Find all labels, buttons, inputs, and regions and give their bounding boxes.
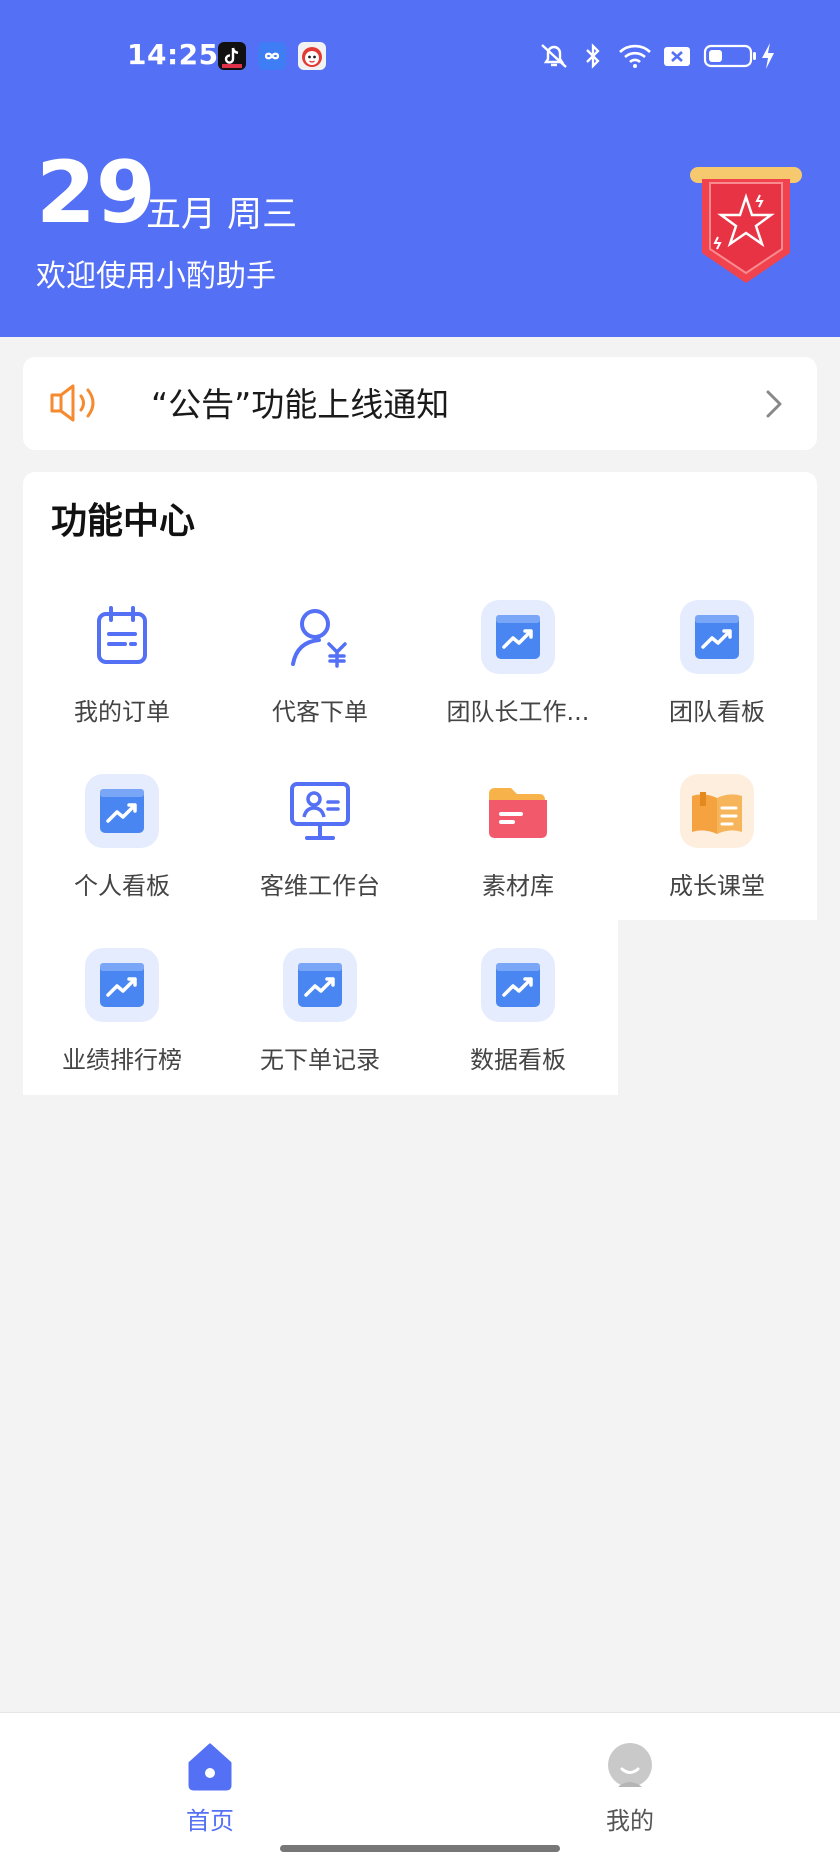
feature-personal-board[interactable]: 个人看板: [23, 774, 221, 914]
calendar-order-icon: [85, 600, 159, 674]
tab-mine-label: 我的: [606, 1807, 654, 1835]
status-bar: 14:25: [0, 0, 840, 112]
chart-board-icon: [481, 600, 555, 674]
feature-performance-ranking[interactable]: 业绩排行榜: [23, 948, 221, 1088]
date-day: 29: [36, 143, 156, 243]
date-month-weekday: 五月 周三: [146, 195, 298, 235]
feature-label: 代客下单: [272, 700, 368, 724]
feature-order-for-customer[interactable]: 代客下单: [221, 600, 419, 740]
feature-center-title: 功能中心: [51, 501, 196, 542]
feature-label: 客维工作台: [260, 874, 380, 898]
feature-data-board[interactable]: 数据看板: [419, 948, 617, 1088]
welcome-text: 欢迎使用小酌助手: [36, 259, 276, 294]
tab-home-label: 首页: [186, 1807, 234, 1835]
announcement-text: “公告”功能上线通知: [151, 385, 450, 424]
feature-label: 团队长工作...: [446, 700, 590, 724]
monitor-user-icon: [283, 774, 357, 848]
feature-label: 业绩排行榜: [62, 1048, 182, 1072]
mute-icon: [537, 40, 571, 72]
feature-customer-maintenance-workbench[interactable]: 客维工作台: [221, 774, 419, 914]
sim-off-icon: [662, 40, 692, 72]
bluetooth-icon: [583, 40, 603, 72]
feature-label: 素材库: [482, 874, 554, 898]
chart-board-icon: [481, 948, 555, 1022]
feature-team-board[interactable]: 团队看板: [618, 600, 816, 740]
chart-board-icon: [85, 948, 159, 1022]
chart-board-icon: [283, 948, 357, 1022]
feature-label: 成长课堂: [669, 874, 765, 898]
wifi-icon: [617, 40, 653, 72]
feature-label: 团队看板: [669, 700, 765, 724]
folder-icon: [481, 774, 555, 848]
feature-label: 数据看板: [470, 1048, 566, 1072]
infinity-icon: [258, 42, 286, 70]
mascot-icon: [298, 42, 326, 70]
battery-icon: [703, 40, 757, 72]
chart-board-icon: [85, 774, 159, 848]
chart-board-icon: [680, 600, 754, 674]
chevron-right-icon: [765, 389, 783, 419]
feature-team-leader-workbench[interactable]: 团队长工作...: [419, 600, 617, 740]
profile-icon: [606, 1741, 654, 1793]
tiktok-icon: [218, 42, 246, 70]
home-indicator[interactable]: [280, 1845, 560, 1852]
home-icon: [186, 1741, 234, 1793]
feature-material-library[interactable]: 素材库: [419, 774, 617, 914]
speaker-icon: [49, 383, 99, 423]
tab-home[interactable]: 首页: [130, 1729, 290, 1839]
award-badge-icon: [690, 165, 802, 289]
app-header: 14:25 29 五月 周三 欢迎使用小酌助手: [0, 0, 840, 337]
charging-icon: [759, 40, 777, 72]
tab-mine[interactable]: 我的: [550, 1729, 710, 1839]
feature-label: 无下单记录: [260, 1048, 380, 1072]
feature-label: 个人看板: [74, 874, 170, 898]
announcement-bar[interactable]: “公告”功能上线通知: [23, 357, 817, 450]
user-yuan-icon: [283, 600, 357, 674]
status-time: 14:25: [127, 38, 219, 71]
feature-my-orders[interactable]: 我的订单: [23, 600, 221, 740]
feature-no-order-records[interactable]: 无下单记录: [221, 948, 419, 1088]
feature-growth-classroom[interactable]: 成长课堂: [618, 774, 816, 914]
book-icon: [680, 774, 754, 848]
feature-label: 我的订单: [74, 700, 170, 724]
